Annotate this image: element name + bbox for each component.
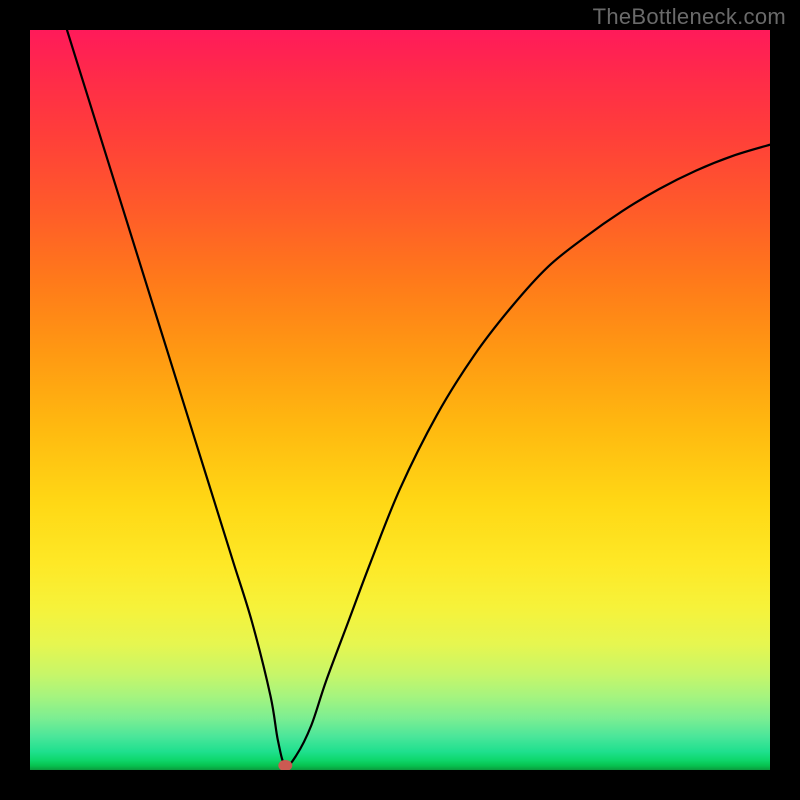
minimum-marker bbox=[279, 761, 292, 770]
bottleneck-curve-layer bbox=[30, 30, 770, 770]
chart-frame: TheBottleneck.com bbox=[0, 0, 800, 800]
watermark-label: TheBottleneck.com bbox=[593, 4, 786, 30]
plot-area bbox=[30, 30, 770, 770]
bottleneck-curve bbox=[67, 30, 770, 766]
